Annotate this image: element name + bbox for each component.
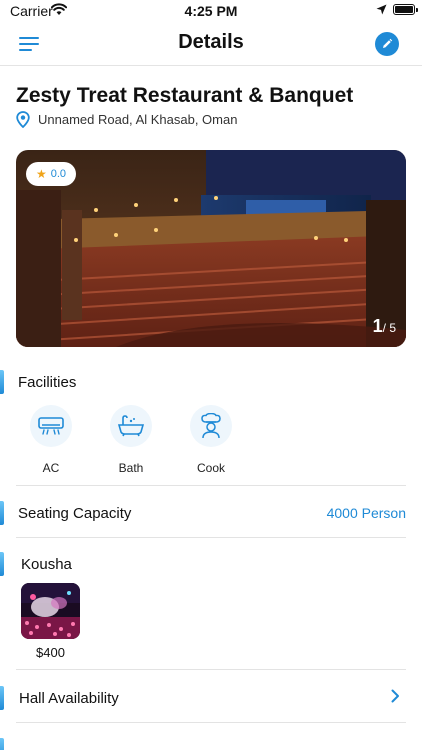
stage-decor-image [21,583,80,639]
air-conditioner-icon [38,417,64,435]
star-icon: ★ [35,167,47,181]
navigation-bar: Details [0,24,422,66]
divider [16,537,406,538]
venue-name: Zesty Treat Restaurant & Banquet [16,84,354,107]
clock: 4:25 PM [184,3,238,19]
pencil-icon [383,38,393,48]
facilities-title: Facilities [18,374,77,391]
facility-label: Bath [118,461,144,475]
location-arrow-icon [376,4,387,15]
location-pin-icon [16,111,30,128]
chevron-right-icon[interactable] [391,689,400,703]
facility-label: Cook [196,461,225,475]
kousha-title: Kousha [21,556,72,573]
address-text: Unnamed Road, Al Khasab, Oman [38,112,238,127]
edit-button[interactable] [375,32,399,56]
hall-availability-label[interactable]: Hall Availability [19,690,119,707]
photo-total: / 5 [382,321,396,335]
facility-cook: Cook [181,405,241,475]
facility-bath: Bath [101,405,161,475]
divider [16,485,406,486]
photo-index: 1 [372,316,383,336]
section-accent-bar [0,552,4,576]
facility-label: AC [42,461,60,475]
divider [16,722,406,723]
photo-counter: 1/ 5 [373,316,396,337]
venue-photo[interactable]: ★ 0.0 1/ 5 [16,150,406,347]
status-bar: Carrier 4:25 PM [0,0,422,24]
seating-capacity-label: Seating Capacity [18,505,132,522]
section-accent-bar [0,501,4,525]
rating-value: 0.0 [50,168,67,180]
kousha-image[interactable] [21,583,80,639]
seating-capacity-value: 4000 Person [326,505,406,521]
kousha-price: $400 [36,645,65,660]
rating-badge: ★ 0.0 [26,162,76,186]
bathtub-icon [118,415,144,437]
facility-ac: AC [21,405,81,475]
section-accent-bar [0,370,4,394]
chef-icon [201,413,221,439]
battery-cap [416,8,418,12]
section-accent-bar [0,738,4,750]
divider [16,669,406,670]
venue-address: Unnamed Road, Al Khasab, Oman [16,111,237,128]
section-accent-bar [0,686,4,710]
page-title: Details [178,31,244,53]
battery-icon [393,4,415,15]
